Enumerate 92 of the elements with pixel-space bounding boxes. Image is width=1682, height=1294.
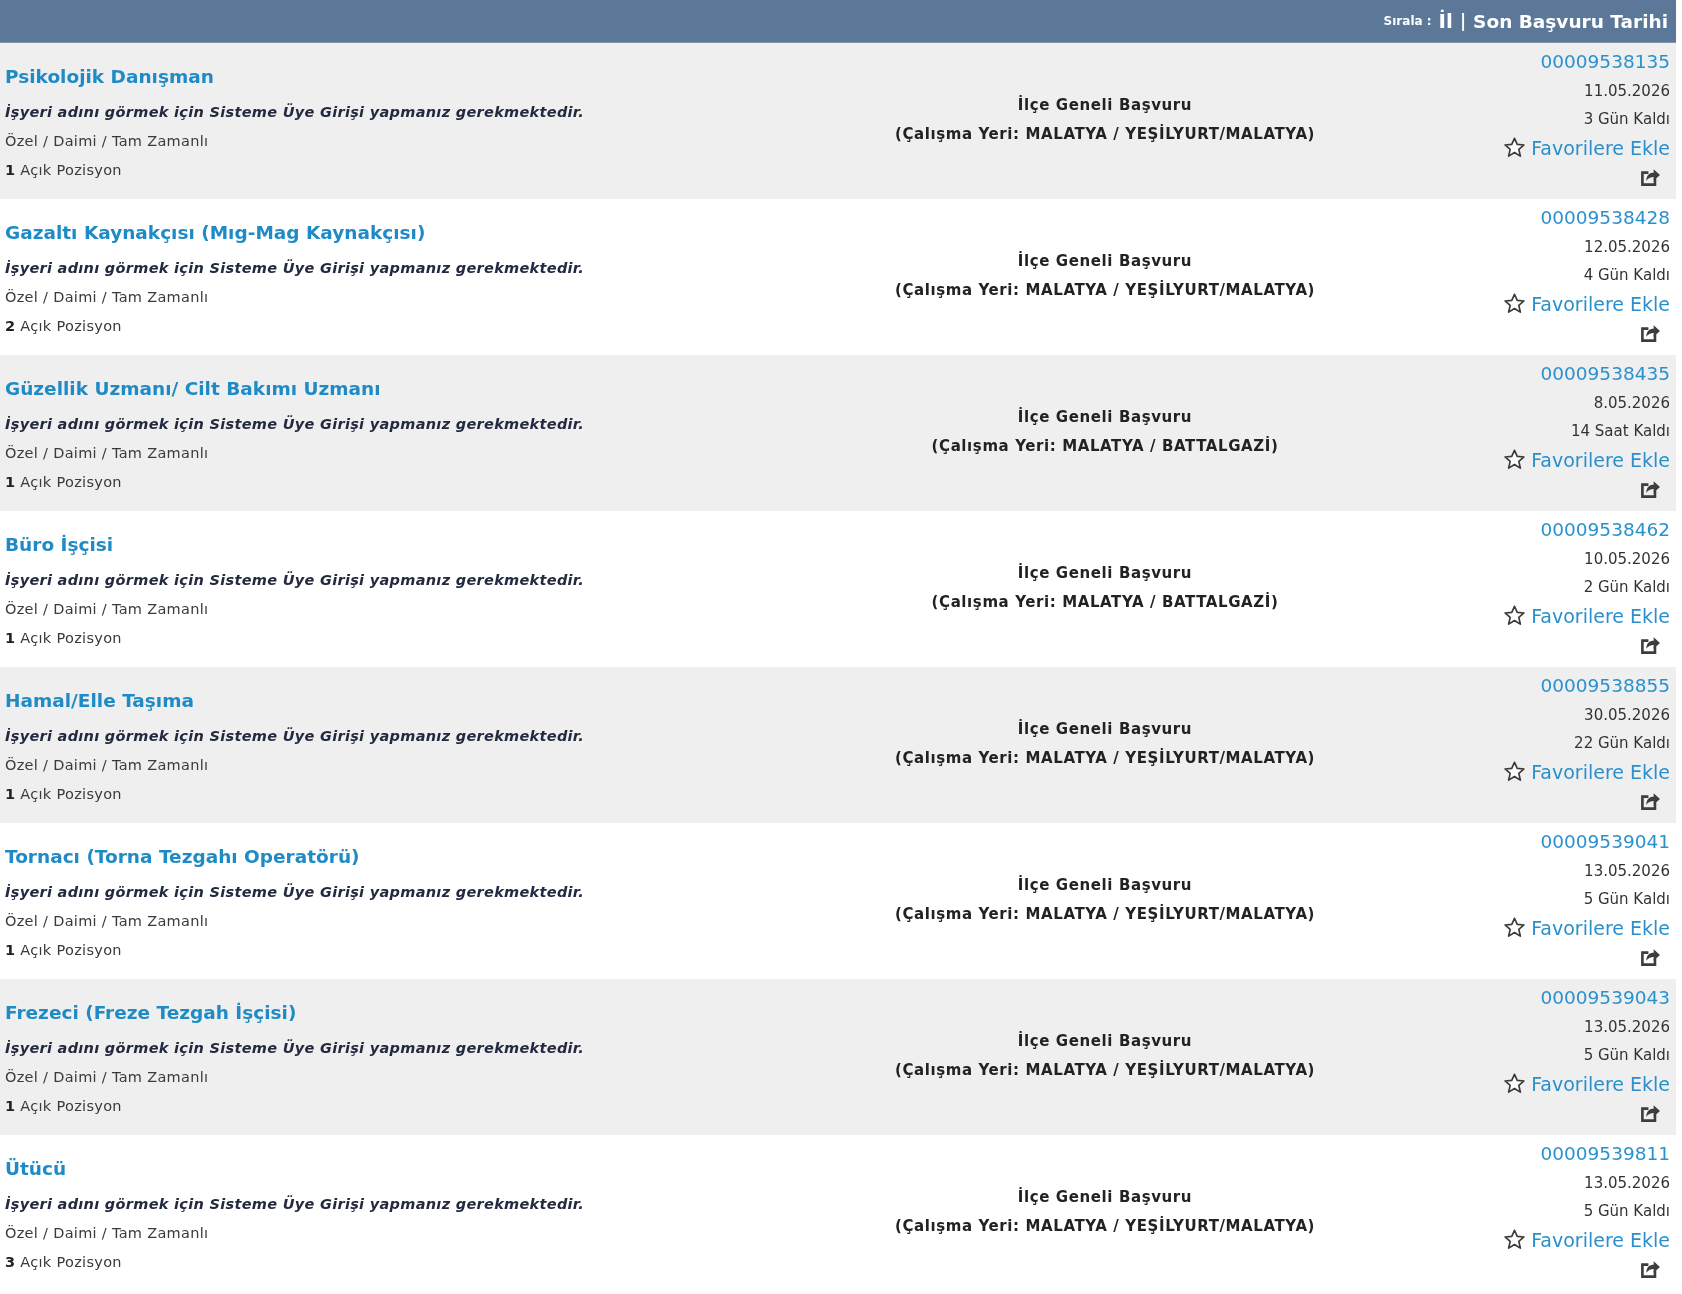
- time-remaining: 2 Gün Kaldı: [1583, 577, 1670, 598]
- job-title-link[interactable]: Frezeci (Freze Tezgah İşçisi): [5, 997, 297, 1029]
- job-title-link[interactable]: Hamal/Elle Taşıma: [5, 685, 194, 717]
- deadline-date: 10.05.2026: [1584, 548, 1670, 570]
- star-icon: [1504, 293, 1526, 315]
- listing-number-link[interactable]: 00009538428: [1540, 204, 1670, 233]
- job-type: Özel / Daimi / Tam Zamanlı: [5, 912, 209, 931]
- employer-notice: İşyeri adını görmek için Sisteme Üye Girişi yapmanız gerekmektedir.: [5, 726, 585, 746]
- open-positions: 2 Açık Pozisyon: [5, 317, 122, 336]
- job-title-link[interactable]: Psikolojik Danışman: [5, 61, 214, 93]
- application-scope: İlçe Geneli Başvuru: [1017, 562, 1193, 584]
- application-scope: İlçe Geneli Başvuru: [1017, 874, 1193, 896]
- job-title-link[interactable]: Tornacı (Torna Tezgahı Operatörü): [5, 841, 360, 873]
- add-favorite-link[interactable]: Favorilere Ekle: [1504, 133, 1670, 162]
- star-icon: [1504, 449, 1526, 471]
- listing-number-link[interactable]: 00009538435: [1540, 360, 1670, 389]
- employer-notice: İşyeri adını görmek için Sisteme Üye Girişi yapmanız gerekmektedir.: [5, 1038, 585, 1058]
- add-favorite-link[interactable]: Favorilere Ekle: [1504, 1069, 1670, 1098]
- employer-notice: İşyeri adını görmek için Sisteme Üye Girişi yapmanız gerekmektedir.: [5, 414, 585, 434]
- time-remaining: 22 Gün Kaldı: [1574, 733, 1670, 754]
- work-location: (Çalışma Yeri: MALATYA / YEŞİLYURT/MALATYA): [894, 903, 1316, 925]
- application-scope: İlçe Geneli Başvuru: [1017, 1030, 1193, 1052]
- job-type: Özel / Daimi / Tam Zamanlı: [5, 132, 209, 151]
- star-icon: [1504, 761, 1526, 783]
- sort-option-link[interactable]: İl: [1438, 9, 1453, 33]
- application-scope: İlçe Geneli Başvuru: [1017, 94, 1193, 116]
- deadline-date: 13.05.2026: [1584, 1016, 1670, 1038]
- separator: |: [1459, 11, 1467, 31]
- star-icon: [1504, 1229, 1526, 1251]
- employer-notice: İşyeri adını görmek için Sisteme Üye Girişi yapmanız gerekmektedir.: [5, 882, 585, 902]
- employer-notice: İşyeri adını görmek için Sisteme Üye Girişi yapmanız gerekmektedir.: [5, 258, 585, 278]
- listing-number-link[interactable]: 00009538855: [1540, 672, 1670, 701]
- time-remaining: 14 Saat Kaldı: [1570, 421, 1670, 442]
- star-icon: [1504, 137, 1526, 159]
- job-type: Özel / Daimi / Tam Zamanlı: [5, 288, 209, 307]
- work-location: (Çalışma Yeri: MALATYA / BATTALGAZİ): [931, 435, 1279, 457]
- time-remaining: 3 Gün Kaldı: [1583, 109, 1670, 130]
- listing-number-link[interactable]: 00009539811: [1540, 1140, 1670, 1169]
- job-title-link[interactable]: Büro İşçisi: [5, 529, 114, 561]
- employer-notice: İşyeri adını görmek için Sisteme Üye Girişi yapmanız gerekmektedir.: [5, 102, 585, 122]
- open-positions: 1 Açık Pozisyon: [5, 473, 122, 492]
- listing-number-link[interactable]: 00009538135: [1540, 48, 1670, 77]
- deadline-date: 11.05.2026: [1584, 80, 1670, 102]
- job-type: Özel / Daimi / Tam Zamanlı: [5, 600, 209, 619]
- application-scope: İlçe Geneli Başvuru: [1017, 718, 1193, 740]
- deadline-date: 12.05.2026: [1584, 236, 1670, 258]
- star-icon: [1504, 605, 1526, 627]
- star-icon: [1504, 1073, 1526, 1095]
- job-type: Özel / Daimi / Tam Zamanlı: [5, 1224, 209, 1243]
- time-remaining: 5 Gün Kaldı: [1583, 1045, 1670, 1066]
- work-location: (Çalışma Yeri: MALATYA / BATTALGAZİ): [931, 591, 1279, 613]
- time-remaining: 5 Gün Kaldı: [1583, 889, 1670, 910]
- employer-notice: İşyeri adını görmek için Sisteme Üye Girişi yapmanız gerekmektedir.: [5, 570, 585, 590]
- work-location: (Çalışma Yeri: MALATYA / YEŞİLYURT/MALATYA): [894, 1215, 1316, 1237]
- work-location: (Çalışma Yeri: MALATYA / YEŞİLYURT/MALATYA): [894, 1059, 1316, 1081]
- job-title-link[interactable]: Ütücü: [5, 1153, 67, 1185]
- add-favorite-link[interactable]: Favorilere Ekle: [1504, 913, 1670, 942]
- job-type: Özel / Daimi / Tam Zamanlı: [5, 444, 209, 463]
- job-type: Özel / Daimi / Tam Zamanlı: [5, 1068, 209, 1087]
- job-title-link[interactable]: Gazaltı Kaynakçısı (Mıg-Mag Kaynakçısı): [5, 217, 426, 249]
- add-favorite-link[interactable]: Favorilere Ekle: [1504, 445, 1670, 474]
- add-favorite-link[interactable]: Favorilere Ekle: [1504, 601, 1670, 630]
- time-remaining: 5 Gün Kaldı: [1583, 1201, 1670, 1222]
- deadline-date: 8.05.2026: [1593, 392, 1670, 414]
- deadline-date: 30.05.2026: [1584, 704, 1670, 726]
- job-type: Özel / Daimi / Tam Zamanlı: [5, 756, 209, 775]
- application-scope: İlçe Geneli Başvuru: [1017, 1186, 1193, 1208]
- deadline-date: 13.05.2026: [1584, 1172, 1670, 1194]
- job-title-link[interactable]: Güzellik Uzmanı/ Cilt Bakımı Uzmanı: [5, 373, 381, 405]
- sort-label: Sırala :: [1383, 14, 1432, 28]
- add-favorite-link[interactable]: Favorilere Ekle: [1504, 289, 1670, 318]
- listing-number-link[interactable]: 00009538462: [1540, 516, 1670, 545]
- deadline-date: 13.05.2026: [1584, 860, 1670, 882]
- add-favorite-link[interactable]: Favorilere Ekle: [1504, 757, 1670, 786]
- open-positions: 1 Açık Pozisyon: [5, 941, 122, 960]
- open-positions: 1 Açık Pozisyon: [5, 629, 122, 648]
- work-location: (Çalışma Yeri: MALATYA / YEŞİLYURT/MALATYA): [894, 279, 1316, 301]
- star-icon: [1504, 917, 1526, 939]
- application-scope: İlçe Geneli Başvuru: [1017, 406, 1193, 428]
- open-positions: 3 Açık Pozisyon: [5, 1253, 122, 1272]
- work-location: (Çalışma Yeri: MALATYA / YEŞİLYURT/MALATYA): [894, 123, 1316, 145]
- open-positions: 1 Açık Pozisyon: [5, 1097, 122, 1116]
- listing-number-link[interactable]: 00009539041: [1540, 828, 1670, 857]
- add-favorite-link[interactable]: Favorilere Ekle: [1504, 1225, 1670, 1254]
- open-positions: 1 Açık Pozisyon: [5, 785, 122, 804]
- employer-notice: İşyeri adını görmek için Sisteme Üye Girişi yapmanız gerekmektedir.: [5, 1194, 585, 1214]
- listing-number-link[interactable]: 00009539043: [1540, 984, 1670, 1013]
- work-location: (Çalışma Yeri: MALATYA / YEŞİLYURT/MALATYA): [894, 747, 1316, 769]
- application-scope: İlçe Geneli Başvuru: [1017, 250, 1193, 272]
- sort-option-link[interactable]: Son Başvuru Tarihi: [1473, 10, 1668, 32]
- open-positions: 1 Açık Pozisyon: [5, 161, 122, 180]
- time-remaining: 4 Gün Kaldı: [1583, 265, 1670, 286]
